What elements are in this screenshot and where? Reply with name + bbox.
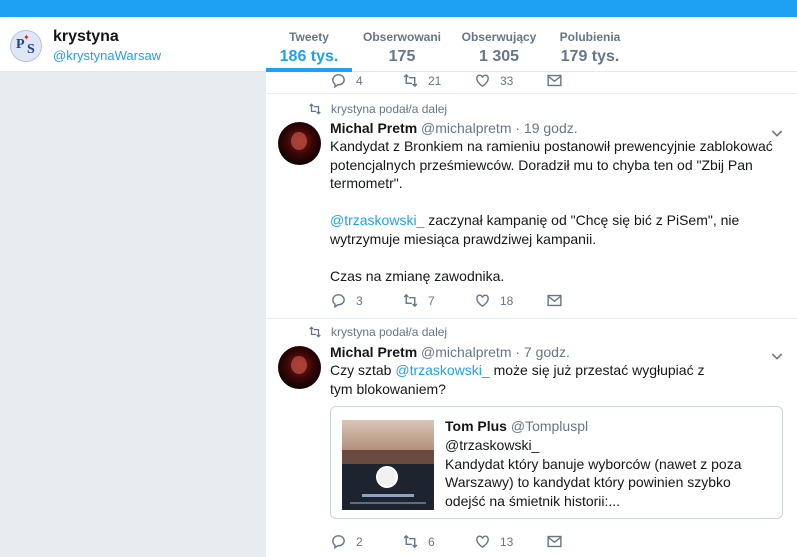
reply-button[interactable]: 4 (330, 72, 363, 89)
tweet-time[interactable]: · 7 godz. (515, 344, 569, 360)
tweet-paragraph: @trzaskowski_ zaczynał kampanię od "Chcę… (330, 211, 775, 248)
retweet-icon (403, 73, 418, 88)
retweet-button[interactable]: 21 (402, 72, 441, 89)
retweet-count: 21 (428, 73, 442, 88)
stat-following-value: 175 (388, 48, 416, 65)
like-button[interactable]: 33 (474, 72, 513, 89)
tweet-header: Michal Pretm @michalpretm · 19 godz. (330, 120, 578, 136)
timeline: 4 21 33 krystyna podał/a dalej Michal Pr… (266, 72, 797, 557)
author-avatar[interactable] (278, 122, 321, 165)
stat-likes-value: 179 tys. (560, 48, 620, 65)
logo-s-glyph: S (27, 42, 35, 57)
quoted-author-name: Tom Plus (445, 418, 507, 434)
retweet-icon (309, 326, 321, 338)
tweet-actions: 3 7 18 (330, 292, 790, 310)
retweet-icon (309, 103, 321, 115)
stat-tweets[interactable]: Tweety 186 tys. (279, 30, 339, 66)
quoted-author-handle: @Tompluspl (510, 418, 589, 434)
tweet-actions: 4 21 33 (330, 72, 790, 90)
previous-tweet-footer: 4 21 33 (266, 72, 797, 94)
mention-link[interactable]: @trzaskowski_ (330, 212, 424, 228)
reply-icon (332, 535, 345, 550)
logo-p-glyph: P (16, 37, 25, 52)
tweet-paragraph-text: Czy sztab (330, 362, 396, 378)
stat-following-label: Obserwowani (362, 30, 442, 44)
reply-count: 4 (356, 73, 363, 88)
quoted-paragraph: Kandydat który banuje wyborców (nawet z … (445, 455, 742, 509)
profile-header-bar: ✦ P S krystyna @krystynaWarsaw Tweety 18… (0, 17, 797, 72)
stat-followers[interactable]: Obserwujący 1 305 (461, 30, 537, 66)
retweet-icon (403, 293, 418, 308)
tweet-paragraph: Kandydat z Bronkiem na ramieniu postanow… (330, 138, 773, 191)
mention-link[interactable]: @trzaskowski_ (395, 362, 489, 378)
tweet[interactable]: krystyna podał/a dalej Michal Pretm @mic… (266, 95, 797, 319)
stat-likes-label: Polubienia (559, 30, 621, 44)
retweet-icon (403, 534, 418, 549)
stat-likes[interactable]: Polubienia 179 tys. (557, 30, 623, 66)
tweet[interactable]: krystyna podał/a dalej Michal Pretm @mic… (266, 320, 797, 557)
reply-icon (332, 74, 345, 89)
tweet-actions: 2 6 13 (330, 533, 790, 551)
stat-following[interactable]: Obserwowani 175 (361, 30, 443, 66)
retweet-context: krystyna podał/a dalej (308, 325, 447, 339)
reply-button[interactable]: 2 (330, 533, 363, 550)
reply-button[interactable]: 3 (330, 292, 363, 309)
author-handle[interactable]: @michalpretm (421, 344, 511, 360)
profile-handle[interactable]: @krystynaWarsaw (53, 48, 161, 63)
envelope-icon (547, 294, 562, 307)
heart-icon (476, 294, 489, 308)
stat-followers-label: Obserwujący (461, 30, 537, 44)
author-handle[interactable]: @michalpretm (421, 120, 511, 136)
envelope-icon (547, 535, 562, 548)
direct-message-button[interactable] (546, 72, 563, 89)
quoted-tweet-header: Tom Plus @Tompluspl (445, 418, 588, 434)
tweet-text: Czy sztab @trzaskowski_ może się już prz… (330, 361, 720, 398)
author-name[interactable]: Michal Pretm (330, 120, 417, 136)
tweet-header: Michal Pretm @michalpretm · 7 godz. (330, 344, 570, 360)
heart-icon (476, 74, 489, 88)
reply-count: 2 (356, 534, 363, 549)
like-button[interactable]: 18 (474, 292, 513, 309)
tweet-text: Kandydat z Bronkiem na ramieniu postanow… (330, 137, 775, 285)
profile-name[interactable]: krystyna (53, 28, 119, 46)
like-button[interactable]: 13 (474, 533, 513, 550)
author-avatar[interactable] (278, 346, 321, 389)
retweet-button[interactable]: 6 (402, 533, 435, 550)
tweet-paragraph: Czas na zmianę zawodnika. (330, 267, 505, 284)
retweet-button[interactable]: 7 (402, 292, 435, 309)
profile-avatar[interactable]: ✦ P S (10, 30, 42, 62)
direct-message-button[interactable] (546, 533, 563, 550)
quoted-paragraph: @trzaskowski_ (445, 437, 540, 453)
author-name[interactable]: Michal Pretm (330, 344, 417, 360)
quoted-tweet-image[interactable] (342, 420, 434, 510)
retweet-context: krystyna podał/a dalej (308, 102, 447, 116)
retweet-note-text[interactable]: krystyna podał/a dalej (331, 102, 447, 116)
reply-count: 3 (356, 293, 363, 308)
chevron-down-icon[interactable] (769, 348, 785, 364)
retweet-note-text[interactable]: krystyna podał/a dalej (331, 325, 447, 339)
reply-icon (332, 294, 345, 309)
stat-tweets-value: 186 tys. (279, 48, 339, 65)
quoted-tweet-text: @trzaskowski_ Kandydat który banuje wybo… (445, 436, 775, 510)
envelope-icon (547, 74, 562, 87)
like-count: 18 (500, 293, 514, 308)
tweet-paragraph: Czy sztab @trzaskowski_ może się już prz… (330, 361, 720, 398)
like-count: 33 (500, 73, 514, 88)
stat-followers-value: 1 305 (478, 48, 520, 65)
tweet-time[interactable]: · 19 godz. (515, 120, 577, 136)
like-count: 13 (500, 534, 514, 549)
direct-message-button[interactable] (546, 292, 563, 309)
retweet-count: 7 (428, 293, 435, 308)
stat-tweets-label: Tweety (289, 30, 329, 44)
retweet-count: 6 (428, 534, 435, 549)
quoted-tweet[interactable]: Tom Plus @Tompluspl @trzaskowski_ Kandyd… (330, 406, 783, 519)
top-navigation-bar (0, 0, 797, 17)
heart-icon (476, 535, 489, 549)
